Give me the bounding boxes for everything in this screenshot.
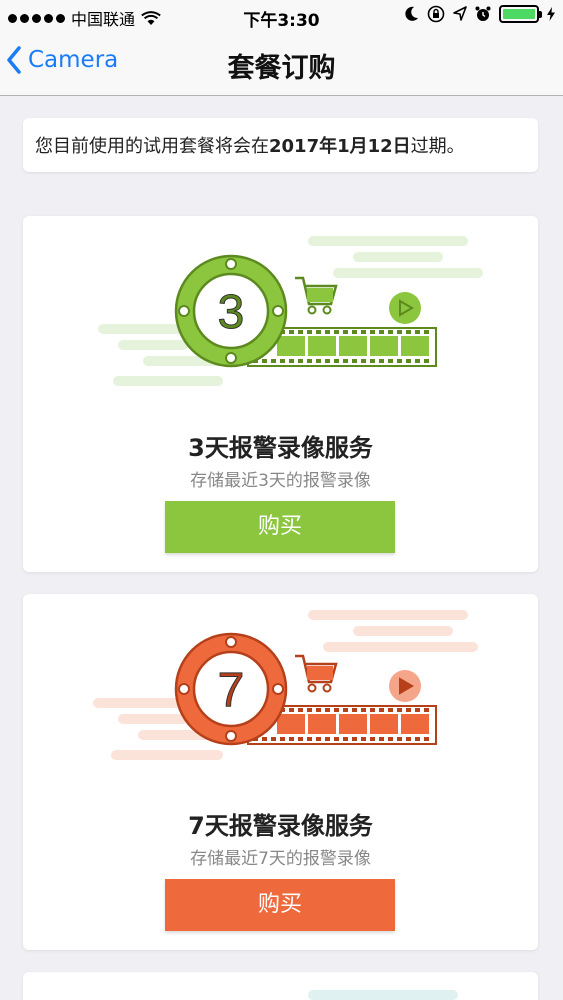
location-icon (453, 6, 467, 21)
plan-card-partial (23, 972, 538, 1000)
trial-notice: 您目前使用的试用套餐将会在2017年1月12日过期。 (23, 118, 538, 172)
play-button-icon (389, 292, 421, 324)
navigation-bar: Camera 套餐订购 (0, 32, 563, 96)
moon-icon (405, 6, 418, 21)
status-right (405, 5, 555, 23)
status-bar: 中国联通 下午3:30 (0, 0, 563, 32)
page-title: 套餐订购 (227, 53, 336, 84)
charging-icon (547, 7, 555, 21)
plan-card-7-day: 7 7天报警录像服务 存储最近7天的报警录像 购买 (23, 594, 538, 950)
plan-title: 7天报警录像服务 (188, 812, 373, 840)
plan-illustration: 3 (98, 236, 483, 386)
notice-prefix: 您目前使用的试用套餐将会在 (35, 136, 269, 157)
alarm-icon (475, 6, 491, 21)
notice-suffix: 过期。 (410, 136, 465, 157)
day-count-badge: 7 (174, 632, 288, 746)
day-count-number: 7 (218, 664, 245, 717)
day-count-number: 3 (218, 286, 245, 339)
plan-card-3-day: 3 3天报警录像服务 存储最近3天的报警录像 购买 (23, 216, 538, 572)
rotation-lock-icon (427, 5, 445, 23)
plan-subtitle: 存储最近7天的报警录像 (190, 849, 371, 869)
shopping-cart-icon (295, 654, 338, 693)
buy-button[interactable]: 购买 (165, 879, 395, 931)
play-button-icon (389, 670, 421, 702)
buy-button[interactable]: 购买 (165, 501, 395, 553)
cloud-decoration (308, 990, 458, 1000)
expiry-date: 2017年1月12日 (269, 136, 411, 157)
day-count-badge: 3 (174, 254, 288, 368)
plan-title: 3天报警录像服务 (188, 434, 373, 462)
plan-subtitle: 存储最近3天的报警录像 (190, 471, 371, 491)
battery-icon (499, 5, 542, 23)
plan-illustration: 7 (93, 610, 478, 760)
shopping-cart-icon (295, 276, 338, 315)
